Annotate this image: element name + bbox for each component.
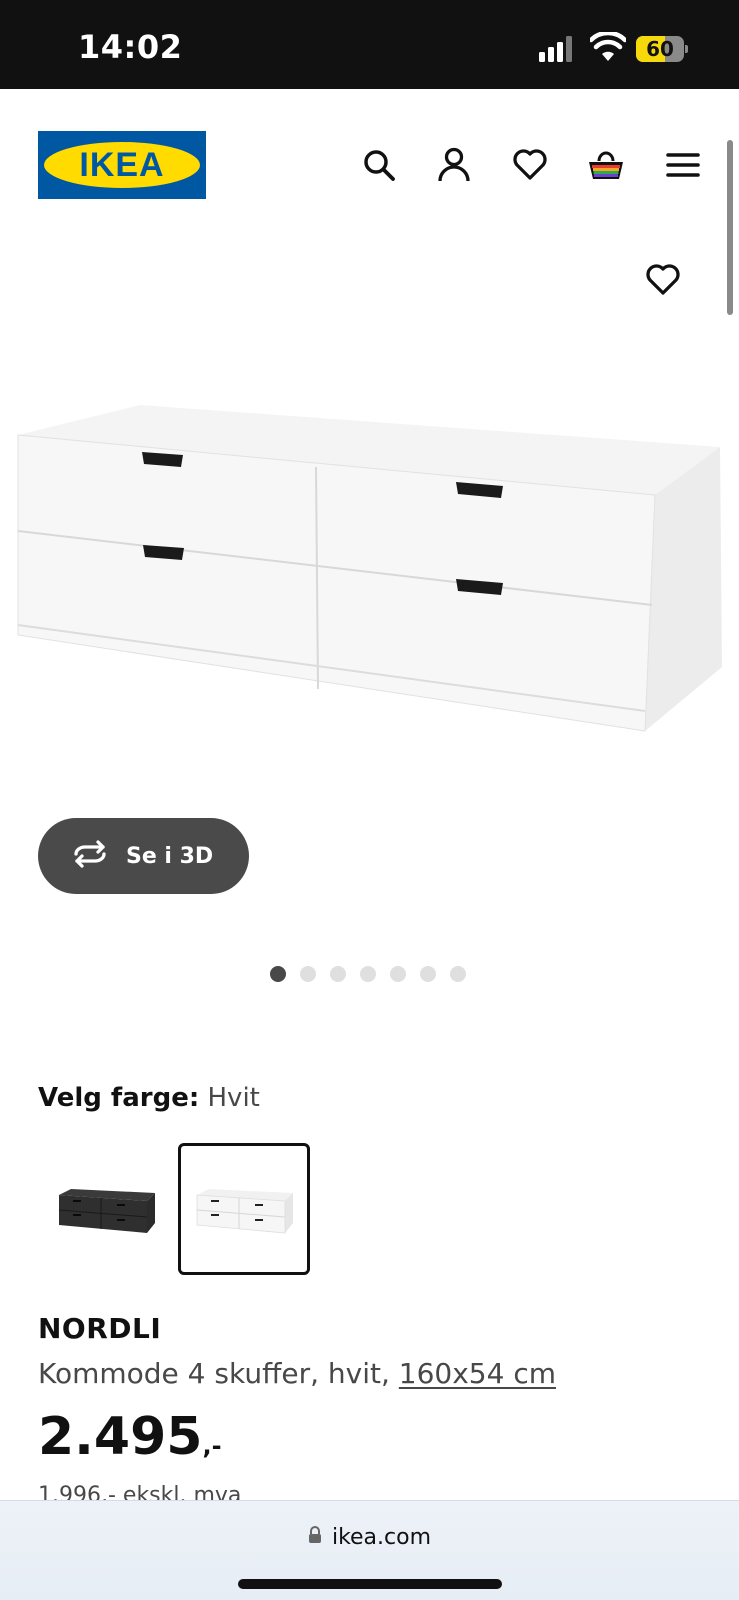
view-in-3d-label: Se i 3D <box>126 843 214 869</box>
add-to-favourites-icon[interactable] <box>643 260 683 300</box>
price-main: 2.495 <box>38 1407 203 1467</box>
browser-address-bar[interactable]: ikea.com <box>0 1500 739 1600</box>
url-text[interactable]: ikea.com <box>332 1525 431 1550</box>
battery-percent: 60 <box>646 37 674 61</box>
color-label-title: Velg farge: <box>38 1083 200 1113</box>
carousel-dot[interactable] <box>360 966 376 982</box>
product-price: 2.495,- <box>38 1407 222 1467</box>
carousel-dot[interactable] <box>420 966 436 982</box>
ikea-logo[interactable]: IKEA <box>38 131 206 199</box>
price-suffix: ,- <box>202 1432 222 1460</box>
color-selected-value: Hvit <box>207 1083 260 1113</box>
color-option-black[interactable] <box>40 1143 172 1275</box>
menu-icon[interactable] <box>663 145 703 185</box>
battery-icon: 60 <box>636 36 688 62</box>
cellular-signal-icon <box>539 36 579 62</box>
carousel-dot[interactable] <box>330 966 346 982</box>
carousel-dot[interactable] <box>270 966 286 982</box>
carousel-dot[interactable] <box>390 966 406 982</box>
color-picker-label: Velg farge: Hvit <box>38 1083 260 1113</box>
product-description: Kommode 4 skuffer, hvit, 160x54 cm <box>38 1357 556 1390</box>
product-size-link[interactable]: 160x54 cm <box>399 1357 556 1390</box>
search-icon[interactable] <box>359 145 399 185</box>
home-indicator[interactable] <box>238 1579 502 1589</box>
scrollbar[interactable] <box>727 140 733 315</box>
product-image[interactable] <box>0 395 739 750</box>
lock-icon <box>308 1526 322 1549</box>
rotate-3d-icon <box>70 839 110 874</box>
product-description-text: Kommode 4 skuffer, hvit, <box>38 1357 399 1390</box>
image-carousel-dots[interactable] <box>270 966 466 982</box>
carousel-dot[interactable] <box>450 966 466 982</box>
status-bar: 14:02 60 <box>0 0 739 89</box>
view-in-3d-button[interactable]: Se i 3D <box>38 818 249 894</box>
account-icon[interactable] <box>434 145 474 185</box>
wifi-icon <box>588 30 628 62</box>
basket-icon[interactable] <box>586 145 626 185</box>
color-option-white[interactable] <box>178 1143 310 1275</box>
status-time: 14:02 <box>78 28 183 66</box>
carousel-dot[interactable] <box>300 966 316 982</box>
logo-text: IKEA <box>79 145 165 184</box>
product-name: NORDLI <box>38 1312 162 1345</box>
heart-icon[interactable] <box>510 145 550 185</box>
